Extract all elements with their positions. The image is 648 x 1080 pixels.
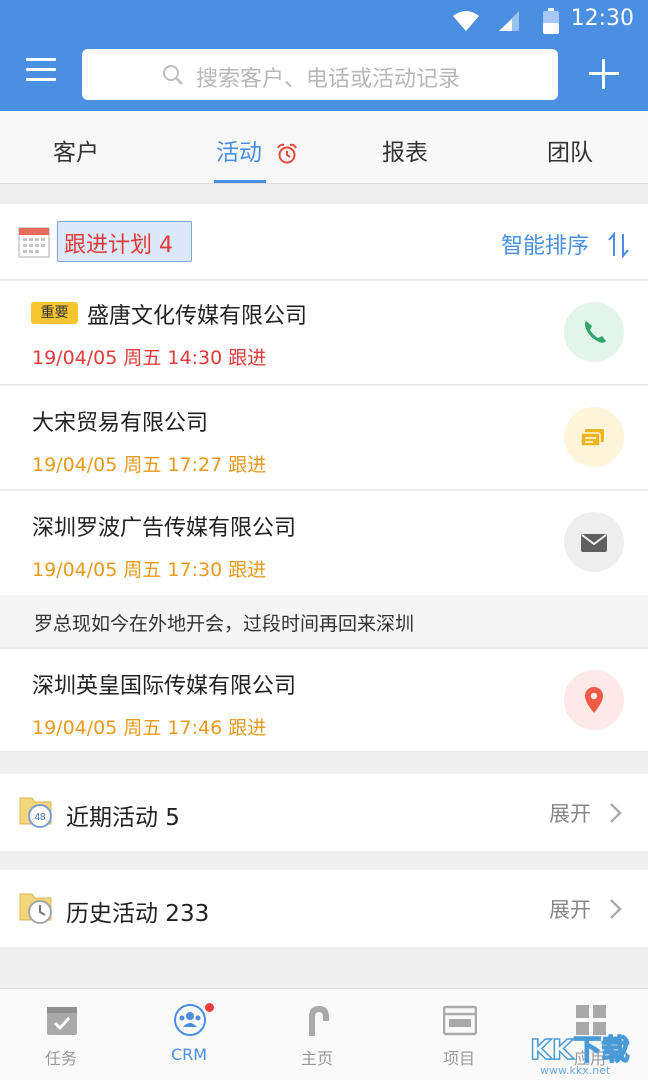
- wifi-icon: [453, 11, 479, 31]
- mail-icon: [581, 534, 607, 552]
- recent-activity-icon: 48: [19, 797, 52, 828]
- location-icon: [585, 687, 603, 713]
- tab-customers[interactable]: 客户: [53, 111, 99, 184]
- note-text: 罗总现如今在外地开会，过段时间再回来深圳: [34, 613, 415, 635]
- location-button[interactable]: [564, 670, 624, 730]
- chevron-right-icon: [610, 899, 622, 919]
- activity-row[interactable]: 大宋贸易有限公司 19/04/05 周五 17:27 跟进: [0, 386, 648, 490]
- follow-up-time: 19/04/05 周五 17:27 跟进: [32, 454, 267, 476]
- watermark-text: KK下载: [529, 1032, 630, 1067]
- tab-team[interactable]: 团队: [547, 111, 593, 184]
- section-title: 近期活动 5: [66, 805, 180, 831]
- svg-text:48: 48: [34, 812, 46, 823]
- nav-tasks[interactable]: 任务: [11, 989, 111, 1080]
- tab-activities[interactable]: 活动: [216, 111, 262, 184]
- alarm-clock-icon: [277, 143, 297, 164]
- menu-button[interactable]: [26, 58, 56, 84]
- company-name: 深圳英皇国际传媒有限公司: [32, 674, 297, 699]
- expand-button[interactable]: 展开: [549, 798, 591, 828]
- sort-icon[interactable]: [607, 232, 631, 258]
- search-icon: [163, 65, 183, 85]
- crm-people-icon: [174, 1004, 206, 1036]
- activity-row[interactable]: 深圳罗波广告传媒有限公司 19/04/05 周五 17:30 跟进: [0, 491, 648, 595]
- message-button[interactable]: [564, 407, 624, 467]
- nav-label: CRM: [170, 1045, 208, 1064]
- follow-up-time: 19/04/05 周五 17:30 跟进: [32, 559, 267, 581]
- battery-icon: [543, 8, 559, 34]
- phone-icon: [585, 321, 606, 343]
- company-name: 深圳罗波广告传媒有限公司: [32, 516, 297, 541]
- calendar-icon: [18, 227, 50, 258]
- tab-reports[interactable]: 报表: [382, 111, 428, 184]
- search-placeholder: 搜索客户、电话或活动记录: [196, 67, 461, 92]
- history-activity-section[interactable]: 历史活动 233 展开: [0, 870, 648, 947]
- nav-label: 任务: [44, 1049, 77, 1068]
- plan-title-box[interactable]: 跟进计划 4: [57, 221, 192, 262]
- call-button[interactable]: [564, 302, 624, 362]
- home-logo-icon: [309, 1006, 329, 1036]
- message-icon: [580, 429, 604, 447]
- plan-title: 跟进计划 4: [64, 233, 173, 258]
- follow-up-time: 19/04/05 周五 14:30 跟进: [32, 347, 267, 369]
- add-button[interactable]: [589, 59, 619, 89]
- nav-label: 项目: [442, 1049, 475, 1068]
- smart-sort-button[interactable]: 智能排序: [501, 228, 589, 260]
- nav-projects[interactable]: 项目: [409, 989, 509, 1080]
- notification-dot: [205, 1003, 214, 1012]
- task-check-icon: [47, 1007, 77, 1035]
- project-folder-icon: [443, 1005, 477, 1036]
- app-header: 12:30 搜索客户、电话或活动记录: [0, 0, 648, 111]
- follow-up-plan-header: 跟进计划 4 智能排序: [0, 204, 648, 280]
- watermark: KK下载 www.kkx.net: [528, 1026, 646, 1078]
- active-tab-indicator: [214, 180, 266, 183]
- section-title: 历史活动 233: [66, 901, 210, 927]
- important-tag: 重要: [31, 302, 78, 324]
- activity-note: 罗总现如今在外地开会，过段时间再回来深圳: [0, 595, 648, 647]
- history-clock-icon: [19, 893, 52, 924]
- chevron-right-icon: [610, 803, 622, 823]
- email-button[interactable]: [564, 512, 624, 572]
- signal-icon: [499, 11, 519, 31]
- nav-home[interactable]: 主页: [267, 989, 367, 1080]
- status-time: 12:30: [570, 6, 634, 31]
- watermark-url: www.kkx.net: [540, 1064, 611, 1077]
- recent-activity-section[interactable]: 48 近期活动 5 展开: [0, 774, 648, 851]
- company-name: 大宋贸易有限公司: [32, 411, 209, 436]
- activity-row[interactable]: 深圳英皇国际传媒有限公司 19/04/05 周五 17:46 跟进: [0, 648, 648, 752]
- nav-crm[interactable]: CRM: [139, 989, 239, 1080]
- tab-bar: 客户 活动 报表 团队: [0, 111, 648, 184]
- company-name: 盛唐文化传媒有限公司: [87, 304, 308, 329]
- expand-button[interactable]: 展开: [549, 894, 591, 924]
- activity-row[interactable]: 重要 盛唐文化传媒有限公司 19/04/05 周五 14:30 跟进: [0, 281, 648, 385]
- status-bar: 12:30: [0, 0, 648, 40]
- search-input[interactable]: 搜索客户、电话或活动记录: [82, 49, 558, 100]
- follow-up-time: 19/04/05 周五 17:46 跟进: [32, 717, 267, 739]
- nav-label: 主页: [300, 1049, 333, 1068]
